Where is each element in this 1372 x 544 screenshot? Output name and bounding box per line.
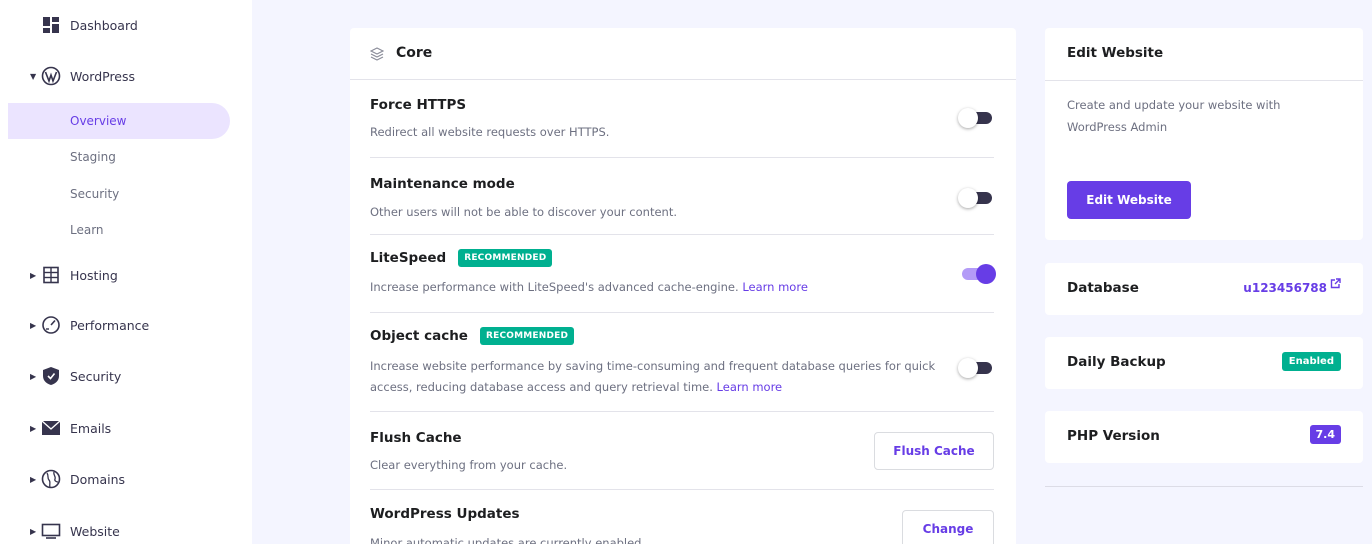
setting-description-line: Increase website performance by saving t…	[370, 359, 936, 373]
setting-description: Clear everything from your cache.	[370, 458, 568, 472]
caret-right-icon: ▶	[30, 371, 37, 381]
divider	[1045, 80, 1363, 81]
setting-title: Flush Cache	[370, 430, 462, 446]
sidebar: Dashboard ▼ WordPress Overview Staging S…	[0, 0, 252, 544]
setting-description: Minor automatic updates are currently en…	[370, 536, 646, 544]
edit-website-description: Create and update your website with Word…	[1067, 98, 1281, 134]
maintenance-mode-toggle[interactable]	[958, 188, 996, 208]
setting-description: Redirect all website requests over HTTPS…	[370, 125, 610, 139]
setting-title: WordPress Updates	[370, 506, 520, 522]
sidebar-subitem-staging[interactable]: Staging	[8, 139, 230, 175]
setting-description-line: access, reducing database access and que…	[370, 377, 960, 398]
sidebar-item-dashboard[interactable]: Dashboard	[0, 5, 252, 45]
setting-description-text: Increase performance with LiteSpeed's ad…	[370, 280, 739, 294]
setting-title-text: LiteSpeed	[370, 250, 447, 266]
sidebar-item-emails[interactable]: ▶ Emails	[0, 408, 252, 448]
sidebar-item-label: Security	[70, 368, 122, 384]
daily-backup-card: Daily Backup Enabled	[1045, 337, 1363, 389]
sidebar-item-website[interactable]: ▶ Website	[0, 511, 252, 544]
setting-row-force-https: Force HTTPS Redirect all website request…	[370, 80, 994, 158]
setting-description: Other users will not be able to discover…	[370, 205, 677, 219]
shield-icon	[40, 365, 62, 387]
envelope-icon	[40, 417, 62, 439]
setting-row-litespeed: LiteSpeed RECOMMENDED Increase performan…	[370, 235, 996, 313]
sidebar-item-label: Dashboard	[70, 17, 138, 33]
setting-description: Increase website performance by saving t…	[370, 356, 960, 398]
flush-cache-button[interactable]: Flush Cache	[874, 432, 994, 470]
recommended-badge: RECOMMENDED	[458, 249, 553, 267]
caret-right-icon: ▶	[30, 526, 37, 536]
sidebar-subitem-learn[interactable]: Learn	[8, 212, 230, 248]
daily-backup-label: Daily Backup	[1067, 354, 1166, 370]
php-version-card: PHP Version 7.4	[1045, 411, 1363, 463]
sidebar-item-domains[interactable]: ▶ Domains	[0, 459, 252, 499]
learn-more-link[interactable]: Learn more	[742, 280, 808, 294]
divider	[1045, 486, 1363, 487]
sidebar-item-security[interactable]: ▶ Security	[0, 356, 252, 396]
setting-description: Increase performance with LiteSpeed's ad…	[370, 277, 808, 298]
monitor-icon	[40, 520, 62, 542]
caret-right-icon: ▶	[30, 423, 37, 433]
php-version-badge: 7.4	[1309, 425, 1341, 444]
sidebar-item-label: Hosting	[70, 267, 118, 283]
setting-title: Object cache RECOMMENDED	[370, 327, 575, 345]
edit-website-card: Edit Website Create and update your webs…	[1045, 28, 1363, 240]
sidebar-item-label: Website	[70, 523, 120, 539]
sidebar-item-label: Domains	[70, 471, 126, 487]
performance-icon	[40, 314, 62, 336]
external-link-icon	[1330, 278, 1341, 292]
caret-right-icon: ▶	[30, 270, 37, 280]
hosting-icon	[40, 264, 62, 286]
sidebar-subitem-security[interactable]: Security	[8, 176, 230, 212]
dashboard-icon	[40, 14, 62, 36]
core-settings-card: Core Force HTTPS Redirect all website re…	[350, 28, 1016, 544]
setting-description-text: access, reducing database access and que…	[370, 380, 713, 394]
sidebar-item-performance[interactable]: ▶ Performance	[0, 305, 252, 345]
change-updates-button[interactable]: Change	[902, 510, 994, 544]
database-name: u123456788	[1243, 281, 1327, 295]
litespeed-toggle[interactable]	[958, 264, 996, 284]
setting-title: LiteSpeed RECOMMENDED	[370, 249, 553, 267]
setting-row-object-cache: Object cache RECOMMENDED Increase websit…	[370, 313, 994, 412]
caret-right-icon: ▶	[30, 474, 37, 484]
force-https-toggle[interactable]	[958, 108, 996, 128]
sidebar-subitem-overview[interactable]: Overview	[8, 103, 230, 139]
caret-right-icon: ▶	[30, 320, 37, 330]
edit-website-button[interactable]: Edit Website	[1067, 181, 1191, 219]
globe-icon	[40, 468, 62, 490]
setting-title: Force HTTPS	[370, 97, 467, 113]
learn-more-link[interactable]: Learn more	[717, 380, 783, 394]
setting-row-wordpress-updates: WordPress Updates Minor automatic update…	[370, 490, 994, 544]
edit-website-title: Edit Website	[1067, 45, 1164, 61]
sidebar-item-wordpress[interactable]: ▼ WordPress	[0, 56, 252, 96]
database-card: Database u123456788	[1045, 263, 1363, 315]
setting-row-maintenance-mode: Maintenance mode Other users will not be…	[370, 158, 994, 235]
sidebar-item-label: Performance	[70, 317, 150, 333]
database-label: Database	[1067, 280, 1139, 296]
caret-down-icon: ▼	[30, 71, 37, 81]
sidebar-item-label: Emails	[70, 420, 112, 436]
setting-row-flush-cache: Flush Cache Clear everything from your c…	[370, 412, 994, 490]
core-card-title: Core	[396, 45, 433, 61]
layers-icon	[369, 46, 385, 65]
sidebar-item-hosting[interactable]: ▶ Hosting	[0, 255, 252, 295]
core-card-header: Core	[350, 28, 1016, 80]
status-badge: Enabled	[1281, 352, 1341, 371]
recommended-badge: RECOMMENDED	[479, 327, 575, 345]
sidebar-item-label: WordPress	[70, 68, 136, 84]
object-cache-toggle[interactable]	[958, 358, 996, 378]
setting-title-text: Object cache	[370, 328, 468, 344]
wordpress-icon	[40, 65, 62, 87]
database-link[interactable]: u123456788	[1243, 278, 1341, 295]
php-version-label: PHP Version	[1067, 428, 1160, 444]
setting-title: Maintenance mode	[370, 176, 515, 192]
